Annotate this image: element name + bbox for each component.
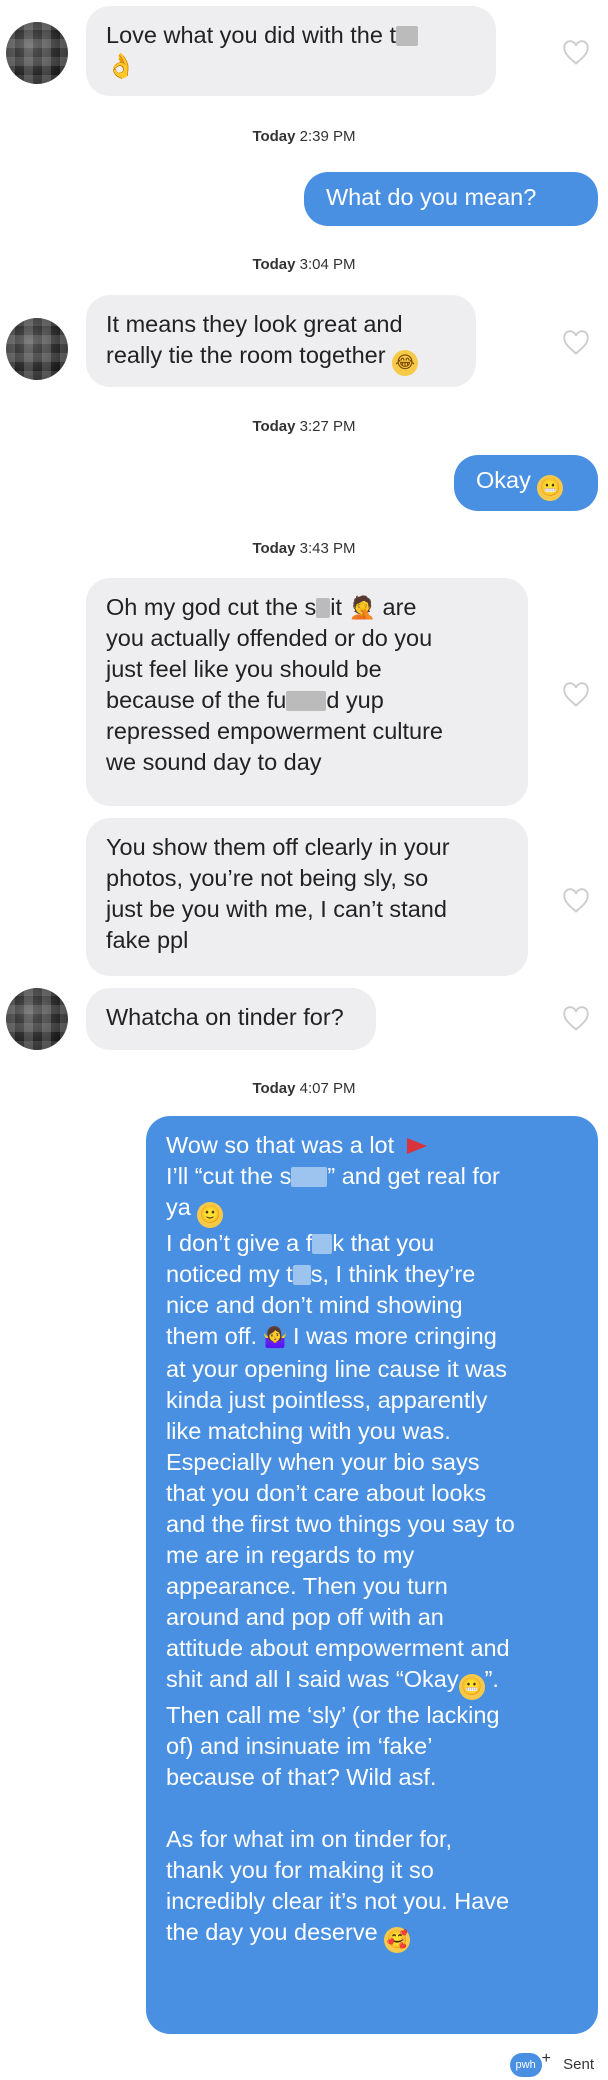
heart-icon[interactable]: [562, 40, 590, 66]
message-text: are: [382, 594, 417, 620]
grimacing-emoji-icon: 😬: [458, 1674, 485, 1700]
timestamp: Today 3:43 PM: [252, 540, 356, 557]
message-text: k that you: [332, 1230, 435, 1256]
incoming-message: It means they look great and really tie …: [86, 295, 476, 387]
incoming-message: Oh my god cut the s it 🤦 are you actually…: [86, 578, 528, 806]
sent-label: Sent: [563, 2056, 594, 2073]
heart-icon[interactable]: [562, 888, 590, 914]
incoming-message: Whatcha on tinder for?: [86, 988, 376, 1050]
smiling-emoji-icon: 🙂: [197, 1202, 224, 1228]
redaction-block: [286, 691, 327, 711]
message-text: ya: [166, 1194, 191, 1220]
timestamp: Today 3:04 PM: [252, 256, 356, 273]
message-text: them off.: [166, 1323, 258, 1349]
outgoing-message: What do you mean?: [304, 172, 598, 226]
ok-hand-emoji-icon: 👌: [106, 53, 136, 80]
message-text: nice and don’t mind showing: [166, 1292, 463, 1318]
red-flag-icon: [406, 1138, 427, 1154]
facepalm-emoji-icon: 🤦: [348, 595, 376, 620]
avatar[interactable]: [6, 318, 68, 380]
message-text: ” and get real for: [327, 1163, 500, 1189]
timestamp: Today 4:07 PM: [252, 1080, 356, 1097]
heart-icon[interactable]: [562, 1006, 590, 1032]
message-text: Whatcha on tinder for?: [106, 1004, 344, 1030]
message-text: noticed my t: [166, 1261, 293, 1287]
grimacing-emoji-icon: 😬: [537, 475, 564, 501]
heart-icon[interactable]: [562, 682, 590, 708]
avatar[interactable]: [6, 22, 68, 84]
message-text: I’ll “cut the s: [166, 1163, 292, 1189]
message-text: What do you mean?: [326, 184, 537, 210]
message-text: ”.: [484, 1666, 499, 1692]
message-text: shit and all I said was “Okay: [166, 1666, 459, 1692]
message-text: it: [330, 594, 343, 620]
plus-icon: +: [541, 2050, 551, 2067]
message-text: Oh my god cut the s: [106, 594, 317, 620]
heart-icon[interactable]: [562, 330, 590, 356]
timestamp: Today 2:39 PM: [252, 128, 356, 145]
message-text: the day you deserve: [166, 1919, 378, 1945]
message-text: Wow so that was a lot: [166, 1132, 395, 1158]
message-text: Okay: [476, 467, 531, 493]
redaction-block: [396, 26, 419, 46]
message-text: at your opening line cause it was kinda …: [166, 1356, 515, 1661]
smiling-hearts-emoji-icon: 🥰: [384, 1927, 411, 1953]
incoming-message: Love what you did with the t 👌: [86, 6, 496, 96]
message-text: I was more cringing: [293, 1323, 497, 1349]
sent-status: pwh + Sent: [509, 2050, 594, 2078]
message-text: As for what im on tinder for, thank you …: [166, 1826, 510, 1914]
message-text: Love what you did with the t: [106, 22, 397, 48]
redaction-block: [291, 1167, 328, 1187]
outgoing-message: Okay 😬: [454, 455, 598, 511]
message-text: really tie the room together: [106, 342, 386, 368]
sender-badge: pwh: [509, 2053, 542, 2078]
message-text: It means they look great and: [106, 311, 403, 337]
message-text: s, I think they’re: [310, 1261, 476, 1287]
message-text: I don’t give a f: [166, 1230, 313, 1256]
redaction-block: [292, 1265, 311, 1285]
outgoing-message: Wow so that was a lot I’ll “cut the s ” a…: [146, 1116, 598, 2034]
avatar[interactable]: [6, 988, 68, 1050]
redaction-block: [312, 1234, 333, 1254]
timestamp: Today 3:27 PM: [252, 418, 356, 435]
laughing-emoji-icon: 😂: [392, 350, 419, 376]
redaction-block: [316, 598, 331, 618]
message-text: Then call me ‘sly’ (or the lacking of) a…: [166, 1702, 500, 1790]
woman-shrugging-emoji-icon: 🤷‍♀️: [257, 1327, 294, 1349]
incoming-message: You show them off clearly in your photos…: [86, 818, 528, 976]
